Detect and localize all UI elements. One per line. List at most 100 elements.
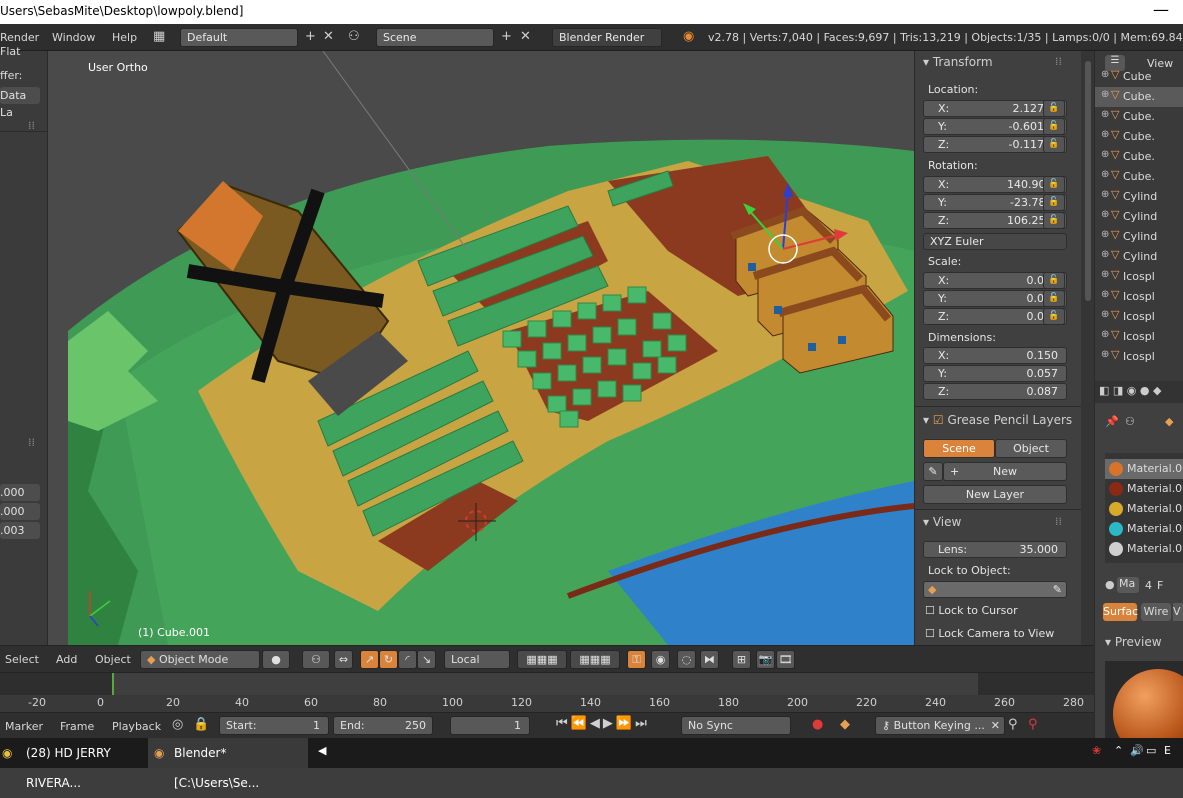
outliner-item[interactable]: ⊕ ▽ Cube. (1095, 167, 1183, 187)
menu-playback[interactable]: Playback (112, 720, 161, 733)
lock-layers-icon[interactable]: ⚿ (627, 650, 646, 669)
outliner-item[interactable]: ⊕ ▽ Icospl (1095, 307, 1183, 327)
network-icon[interactable]: ▭ (1146, 744, 1156, 757)
orientation-select[interactable]: Local (444, 650, 510, 669)
menu-select[interactable]: Select (5, 653, 39, 666)
menu-frame[interactable]: Frame (60, 720, 94, 733)
shelf-data-layer-field[interactable]: Data La (0, 87, 40, 119)
wire-tab[interactable]: Wire (1141, 603, 1171, 621)
current-frame-indicator[interactable] (112, 673, 114, 695)
manipulator-toggle-icon[interactable]: ⇔ (334, 650, 353, 669)
menu-help[interactable]: Help (112, 31, 137, 44)
expand-icon[interactable]: ⊕ (1101, 69, 1109, 80)
panel-grip-icon[interactable]: ⁞⁞ (1055, 515, 1062, 528)
screen-layout-field[interactable]: Default (180, 28, 298, 47)
animation-render-icon[interactable]: 🎞 (776, 650, 795, 669)
shelf-value-3[interactable]: .003 (0, 522, 40, 539)
lock-icon[interactable]: 🔓 (1043, 100, 1065, 117)
expand-icon[interactable]: ⊕ (1101, 129, 1109, 140)
current-frame-field[interactable]: 1 (450, 716, 530, 735)
scene-tab[interactable]: Scene (923, 439, 995, 458)
render-border-icon[interactable]: ◉ (651, 650, 670, 669)
taskbar-item-chrome[interactable]: ◉ (28) HD JERRY RIVERA... (0, 738, 144, 790)
outliner-item[interactable]: ⊕ ▽ Cylind (1095, 247, 1183, 267)
keying-set-select[interactable]: ⚷ Button Keying ... ✕ (875, 716, 1005, 735)
object-context-icon[interactable]: ◆ (1165, 415, 1173, 428)
record-icon[interactable]: ● (812, 717, 823, 732)
menu-object[interactable]: Object (95, 653, 131, 666)
scale-tool-icon[interactable]: ↘ (417, 650, 436, 669)
new-layer-button[interactable]: New Layer (923, 485, 1067, 504)
outliner-item[interactable]: ⊕ ▽ Icospl (1095, 347, 1183, 367)
material-slot[interactable]: Material.05 (1105, 539, 1183, 559)
playback-controls-icon[interactable]: ⏮⏪◀▶⏩⏭ (556, 716, 650, 731)
panel-scrollbar[interactable] (1081, 51, 1095, 645)
transform-header[interactable]: ▾ Transform (923, 55, 993, 69)
outliner-item[interactable]: ⊕ ▽ Cube. (1095, 87, 1183, 107)
minimize-button[interactable]: — (1153, 0, 1169, 19)
3d-viewport[interactable]: User Ortho (1) Cube.001 (48, 51, 914, 645)
expand-icon[interactable]: ⊕ (1101, 169, 1109, 180)
lock-icon[interactable]: 🔓 (1043, 272, 1065, 289)
expand-icon[interactable]: ⊕ (1101, 289, 1109, 300)
pencil-icon[interactable]: ✎ (923, 462, 943, 481)
material-selector[interactable]: ● Ma 4 F (1105, 577, 1183, 595)
audio-app-icon[interactable]: ◀ (318, 744, 326, 757)
new-gpencil-button[interactable]: + New (943, 462, 1067, 481)
outliner-item[interactable]: ⊕ ▽ Icospl (1095, 327, 1183, 347)
fake-user-button[interactable]: F (1157, 579, 1163, 592)
shelf-grip-icon-2[interactable]: ⁞⁞ (28, 436, 35, 449)
keyframe-icon[interactable]: ◆ (840, 717, 850, 732)
lens-field[interactable]: Lens: 35.000 (923, 541, 1067, 558)
material-slot[interactable]: Material.05 (1105, 499, 1183, 519)
screen-layout-icon[interactable]: ▦ (153, 29, 165, 44)
lock-cursor-checkbox[interactable]: ☐ Lock to Cursor (925, 604, 1018, 617)
surface-tab[interactable]: Surfac (1103, 603, 1138, 621)
lock-camera-checkbox[interactable]: ☐ Lock Camera to View (925, 627, 1054, 640)
material-slot[interactable]: Material.05 (1105, 479, 1183, 499)
render-engine-select[interactable]: Blender Render (552, 28, 662, 47)
sync-mode-select[interactable]: No Sync (681, 716, 791, 735)
remove-scene-icon[interactable]: ✕ (520, 29, 531, 44)
material-slot[interactable]: Material.06 (1105, 459, 1183, 479)
dimension-z-field[interactable]: Z: 0.087 (923, 383, 1067, 400)
expand-icon[interactable]: ⊕ (1101, 89, 1109, 100)
expand-icon[interactable]: ⊕ (1101, 209, 1109, 220)
outliner-item[interactable]: ⊕ ▽ Cube (1095, 69, 1183, 87)
delete-keyframe-icon[interactable]: ⚲ (1028, 717, 1038, 732)
expand-icon[interactable]: ⊕ (1101, 269, 1109, 280)
pivot-icon[interactable]: ⚇ (302, 650, 330, 669)
preview-header[interactable]: ▾ Preview (1105, 635, 1162, 649)
expand-icon[interactable]: ⊕ (1101, 329, 1109, 340)
timeline[interactable]: -20 0 20 40 60 80 100 120 140 160 180 200 220 240 260 2… (0, 672, 1094, 712)
material-name-field[interactable]: Ma (1117, 577, 1139, 593)
snap-element-icon[interactable]: ⊞ (732, 650, 751, 669)
taskbar-item-blender[interactable]: ◉ Blender* [C:\Users\Se... (148, 738, 308, 790)
sync-icon[interactable]: ◎ (172, 717, 183, 732)
layers-grid-1[interactable]: ▦▦▦ (517, 650, 567, 669)
material-context-icon[interactable]: ⚇ (1125, 415, 1135, 428)
menu-render[interactable]: Render (0, 31, 39, 44)
clear-keying-icon[interactable]: ✕ (991, 717, 1000, 734)
pin-icon[interactable]: 📌 (1105, 415, 1119, 428)
menu-marker[interactable]: Marker (5, 720, 43, 733)
lock-icon[interactable]: 🔓 (1043, 308, 1065, 325)
lock-icon[interactable]: 🔓 (1043, 136, 1065, 153)
scroll-thumb[interactable] (1085, 61, 1091, 301)
expand-icon[interactable]: ⊕ (1101, 349, 1109, 360)
expand-icon[interactable]: ⊕ (1101, 189, 1109, 200)
insert-keyframe-icon[interactable]: ⚲ (1008, 717, 1018, 732)
start-frame-field[interactable]: Start: 1 (219, 716, 329, 735)
tray-icon[interactable]: ❀ (1092, 744, 1101, 757)
grease-pencil-header[interactable]: ▾ ☑ Grease Pencil Layers (923, 413, 1072, 427)
lock-time-icon[interactable]: 🔒 (193, 717, 209, 732)
context-icons[interactable]: ◧ ◨ ◉ ● ◆ (1099, 384, 1161, 397)
outliner-item[interactable]: ⊕ ▽ Icospl (1095, 267, 1183, 287)
lock-icon[interactable]: 🔓 (1043, 118, 1065, 135)
menu-window[interactable]: Window (52, 31, 95, 44)
outliner-item[interactable]: ⊕ ▽ Cube. (1095, 127, 1183, 147)
checkbox-icon[interactable]: ☑ (933, 413, 944, 427)
object-tab[interactable]: Object (995, 439, 1067, 458)
layers-grid-2[interactable]: ▦▦▦ (570, 650, 620, 669)
dimension-x-field[interactable]: X: 0.150 (923, 347, 1067, 364)
